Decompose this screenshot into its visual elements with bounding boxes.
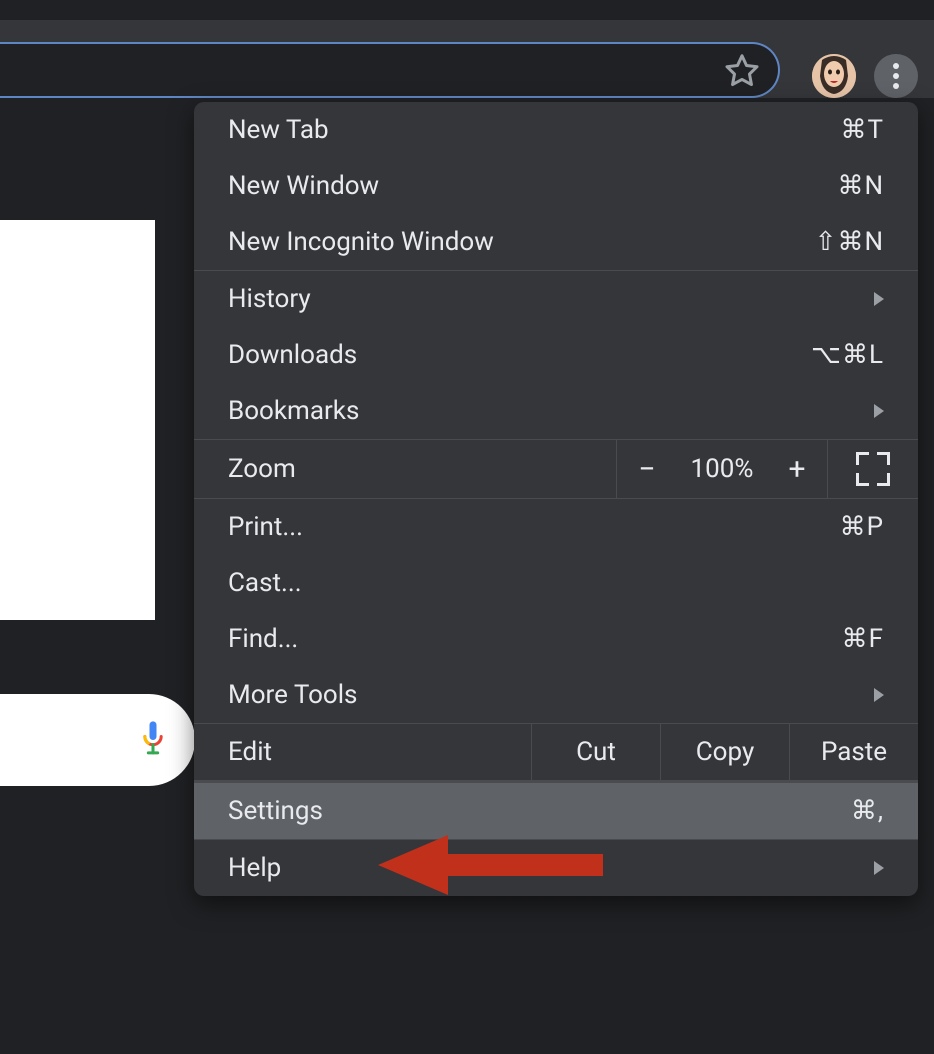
menu-item-new-incognito[interactable]: New Incognito Window ⇧⌘N [194, 214, 918, 270]
menu-item-history[interactable]: History [194, 271, 918, 327]
menu-item-shortcut: ⌘N [837, 171, 884, 201]
submenu-arrow-icon [874, 861, 884, 875]
menu-item-edit: Edit Cut Copy Paste [194, 724, 918, 780]
zoom-label: Zoom [194, 440, 616, 498]
submenu-arrow-icon [874, 404, 884, 418]
more-vert-icon [893, 73, 899, 79]
menu-item-label: New Window [228, 171, 837, 201]
submenu-arrow-icon [874, 688, 884, 702]
zoom-in-button[interactable]: + [767, 452, 827, 487]
zoom-value: 100% [677, 454, 767, 484]
submenu-arrow-icon [874, 292, 884, 306]
menu-item-shortcut: ⌘F [842, 624, 884, 654]
menu-item-more-tools[interactable]: More Tools [194, 667, 918, 723]
chrome-main-menu: New Tab ⌘T New Window ⌘N New Incognito W… [194, 102, 918, 896]
page-content-fragment [0, 220, 155, 620]
address-bar[interactable] [0, 42, 780, 98]
cut-button[interactable]: Cut [531, 724, 660, 780]
menu-item-shortcut: ⌘P [840, 512, 884, 542]
menu-item-zoom: Zoom − 100% + [194, 440, 918, 498]
menu-item-label: More Tools [228, 680, 874, 710]
menu-item-find[interactable]: Find... ⌘F [194, 611, 918, 667]
kebab-menu-button[interactable] [874, 54, 918, 98]
menu-item-label: Print... [228, 512, 840, 542]
menu-item-shortcut: ⌥⌘L [811, 340, 884, 370]
menu-item-print[interactable]: Print... ⌘P [194, 499, 918, 555]
menu-item-label: Find... [228, 624, 842, 654]
search-box-fragment[interactable] [0, 694, 195, 786]
fullscreen-button[interactable] [827, 440, 918, 498]
menu-item-shortcut: ⌘T [840, 115, 884, 145]
menu-item-new-window[interactable]: New Window ⌘N [194, 158, 918, 214]
menu-item-bookmarks[interactable]: Bookmarks [194, 383, 918, 439]
edit-label: Edit [194, 724, 531, 780]
menu-item-help[interactable]: Help [194, 840, 918, 896]
microphone-icon[interactable] [139, 720, 167, 760]
menu-item-downloads[interactable]: Downloads ⌥⌘L [194, 327, 918, 383]
menu-item-label: New Tab [228, 115, 840, 145]
copy-button[interactable]: Copy [660, 724, 789, 780]
fullscreen-icon [856, 452, 890, 486]
zoom-controls: − 100% + [616, 440, 827, 498]
menu-item-label: Settings [228, 796, 851, 826]
profile-avatar[interactable] [812, 54, 856, 98]
menu-item-label: Downloads [228, 340, 811, 370]
menu-item-label: Bookmarks [228, 396, 874, 426]
menu-item-label: Cast... [228, 568, 884, 598]
menu-item-label: History [228, 284, 874, 314]
menu-item-new-tab[interactable]: New Tab ⌘T [194, 102, 918, 158]
paste-button[interactable]: Paste [789, 724, 918, 780]
menu-item-shortcut: ⇧⌘N [815, 227, 884, 257]
menu-item-label: New Incognito Window [228, 227, 815, 257]
menu-item-cast[interactable]: Cast... [194, 555, 918, 611]
zoom-out-button[interactable]: − [617, 452, 677, 487]
browser-toolbar [0, 20, 934, 98]
menu-item-settings[interactable]: Settings ⌘, [194, 783, 918, 839]
menu-item-label: Help [228, 853, 874, 883]
star-icon[interactable] [724, 52, 760, 88]
menu-item-shortcut: ⌘, [851, 796, 884, 826]
